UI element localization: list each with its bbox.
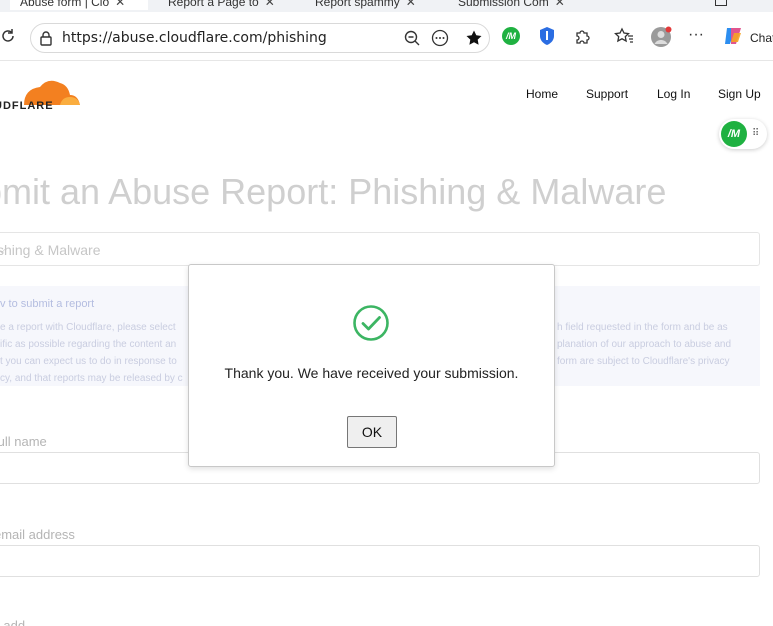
lock-icon[interactable]	[39, 30, 53, 51]
tab-strip: Abuse form | Clo ✕ Report a Page to ✕ Re…	[0, 0, 773, 12]
close-icon[interactable]: ✕	[406, 0, 416, 9]
shield-extension-icon[interactable]	[538, 26, 556, 46]
close-icon[interactable]: ✕	[555, 0, 565, 9]
favorites-list-icon[interactable]	[614, 27, 634, 45]
success-check-icon	[353, 305, 389, 341]
nav-home[interactable]: Home	[526, 87, 558, 101]
ok-button[interactable]: OK	[347, 416, 397, 448]
name-label: full name	[0, 434, 47, 449]
more-menu-icon[interactable]: ···	[688, 26, 704, 44]
logo-wordmark: UDFLARE	[0, 100, 54, 112]
dialog-message: Thank you. We have received your submiss…	[224, 365, 519, 381]
instructions-line: ific as possible regarding the content a…	[0, 339, 177, 350]
instructions-line: t you can expect us to do in response to	[0, 356, 177, 367]
report-type-select[interactable]: shing & Malware ⌵	[0, 232, 760, 266]
tab-report-page[interactable]: Report a Page to ✕	[148, 0, 278, 10]
drag-handle-icon[interactable]: ⠿	[752, 128, 759, 139]
metamask-extension-icon[interactable]: /M	[502, 27, 520, 45]
tab-label: Abuse form | Clo	[20, 0, 110, 9]
instructions-line: h field requested in the form and be as	[557, 322, 728, 333]
maximize-icon[interactable]	[715, 0, 727, 6]
address-bar[interactable]: https://abuse.cloudflare.com/phishing	[30, 23, 490, 53]
favorite-star-icon[interactable]	[465, 29, 483, 52]
next-field-label: il add	[0, 618, 26, 626]
url-text[interactable]: https://abuse.cloudflare.com/phishing	[62, 30, 327, 46]
instructions-title: v to submit a report	[0, 298, 95, 310]
close-icon[interactable]: ✕	[265, 0, 275, 9]
tab-label: Report a Page to	[168, 0, 259, 9]
email-input[interactable]	[0, 545, 760, 577]
tab-submission[interactable]: Submission Com ✕	[438, 0, 568, 10]
browser-toolbar: https://abuse.cloudflare.com/phishing /M…	[0, 12, 773, 61]
floating-extension-widget[interactable]: /M ⠿	[719, 119, 767, 149]
extensions-puzzle-icon[interactable]	[574, 27, 592, 45]
instructions-line: planation of our approach to abuse and	[557, 339, 732, 350]
chevron-down-icon: ⌵	[0, 242, 7, 256]
tab-label: Submission Com	[458, 0, 549, 9]
copilot-icon[interactable]	[722, 25, 744, 47]
page-title: bmit an Abuse Report: Phishing & Malware	[0, 171, 667, 212]
metamask-badge-icon: /M	[721, 121, 747, 147]
confirmation-dialog: Thank you. We have received your submiss…	[188, 264, 555, 467]
more-dots-icon[interactable]	[431, 29, 449, 52]
instructions-line: e a report with Cloudflare, please selec…	[0, 322, 176, 333]
zoom-icon[interactable]	[403, 29, 421, 52]
chat-label[interactable]: Chat	[750, 31, 773, 45]
instructions-line: form are subject to Cloudflare's privacy	[557, 356, 730, 367]
email-label: email address	[0, 527, 75, 542]
tab-label: Report spammy	[315, 0, 400, 9]
nav-login[interactable]: Log In	[657, 87, 690, 101]
nav-support[interactable]: Support	[586, 87, 628, 101]
profile-avatar-icon[interactable]	[650, 26, 672, 48]
nav-signup[interactable]: Sign Up	[718, 87, 761, 101]
reload-icon[interactable]	[0, 28, 16, 44]
tab-report-spammy[interactable]: Report spammy ✕	[295, 0, 425, 10]
tab-abuse-form[interactable]: Abuse form | Clo ✕	[10, 0, 148, 10]
close-icon[interactable]: ✕	[115, 0, 125, 9]
instructions-line: cy, and that reports may be released by …	[0, 373, 183, 384]
